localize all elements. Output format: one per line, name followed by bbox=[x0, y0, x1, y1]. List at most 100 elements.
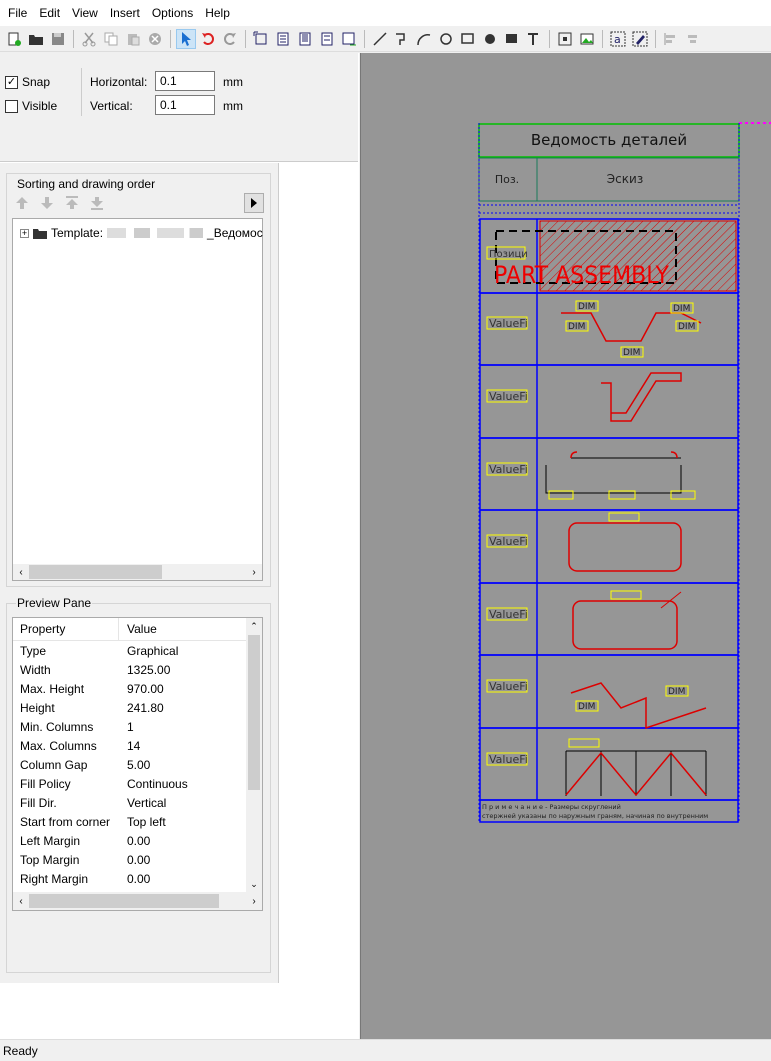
property-row[interactable]: Column Gap 5.00 bbox=[13, 755, 262, 774]
property-vertical-scrollbar[interactable]: ⌃ ⌄ bbox=[246, 618, 262, 892]
expand-right-icon[interactable] bbox=[244, 193, 264, 213]
property-value[interactable]: 5.00 bbox=[119, 758, 150, 772]
scroll-right-icon[interactable]: › bbox=[246, 567, 262, 578]
property-horizontal-scrollbar[interactable]: ‹ › bbox=[13, 892, 262, 910]
horizontal-input[interactable]: 0.1 bbox=[155, 71, 215, 91]
tree-item-template[interactable]: + Template: _Ведомос bbox=[20, 226, 263, 240]
property-value[interactable]: 0.00 bbox=[119, 834, 150, 848]
property-value[interactable]: 1325.00 bbox=[119, 663, 170, 677]
property-row[interactable]: Start from corner Top left bbox=[13, 812, 262, 831]
scroll-thumb[interactable] bbox=[29, 894, 219, 908]
select-pointer-icon[interactable] bbox=[176, 28, 196, 49]
open-folder-icon[interactable] bbox=[26, 29, 46, 49]
scroll-right-icon[interactable]: › bbox=[246, 896, 262, 907]
vertical-scroll-thumb[interactable] bbox=[248, 635, 260, 790]
cut-icon[interactable] bbox=[79, 29, 99, 49]
visible-checkbox[interactable] bbox=[5, 99, 18, 113]
filled-circle-tool-icon[interactable] bbox=[480, 29, 500, 49]
property-name: Max. Height bbox=[20, 681, 85, 696]
property-value[interactable]: 970.00 bbox=[119, 682, 164, 696]
dim-label: DIM bbox=[678, 322, 695, 332]
scroll-left-icon[interactable]: ‹ bbox=[13, 567, 29, 578]
insert-document-icon[interactable] bbox=[317, 29, 337, 49]
attribute-text-icon[interactable]: a bbox=[608, 29, 628, 49]
property-value[interactable]: Graphical bbox=[119, 644, 178, 658]
dim-label: DIM bbox=[673, 304, 690, 314]
property-row[interactable]: Top Margin 0.00 bbox=[13, 850, 262, 869]
property-value[interactable]: Top left bbox=[119, 815, 166, 829]
new-icon[interactable] bbox=[4, 29, 24, 49]
move-down-icon[interactable] bbox=[37, 193, 57, 213]
save-icon[interactable] bbox=[48, 29, 68, 49]
paste-icon[interactable] bbox=[123, 29, 143, 49]
property-value[interactable]: 241.80 bbox=[119, 701, 164, 715]
property-value[interactable]: Continuous bbox=[119, 777, 188, 791]
menu-insert[interactable]: Insert bbox=[104, 0, 146, 26]
row7-value: ValueFi bbox=[489, 680, 528, 693]
move-bottom-icon[interactable] bbox=[87, 193, 107, 213]
property-row[interactable]: Right Margin 0.00 bbox=[13, 869, 262, 888]
move-top-icon[interactable] bbox=[62, 193, 82, 213]
tree-expand-icon[interactable]: + bbox=[20, 228, 29, 238]
align-center-icon[interactable] bbox=[683, 29, 703, 49]
insert-table-icon[interactable] bbox=[251, 29, 271, 49]
insert-point-icon[interactable] bbox=[555, 29, 575, 49]
property-row[interactable]: Height 241.80 bbox=[13, 698, 262, 717]
scroll-thumb[interactable] bbox=[29, 565, 162, 579]
snap-checkbox[interactable]: ✓ bbox=[5, 75, 18, 89]
copy-icon[interactable] bbox=[101, 29, 121, 49]
menu-file[interactable]: File bbox=[2, 0, 33, 26]
undo-icon[interactable] bbox=[198, 29, 218, 49]
property-row[interactable]: Fill Dir. Vertical bbox=[13, 793, 262, 812]
horizontal-unit: mm bbox=[223, 75, 243, 89]
text-tool-icon[interactable] bbox=[524, 29, 544, 49]
redo-icon[interactable] bbox=[220, 29, 240, 49]
scroll-down-icon[interactable]: ⌄ bbox=[246, 876, 262, 892]
insert-text-block-icon[interactable] bbox=[273, 29, 293, 49]
arc-tool-icon[interactable] bbox=[414, 29, 434, 49]
property-row[interactable]: Max. Height 970.00 bbox=[13, 679, 262, 698]
rectangle-tool-icon[interactable] bbox=[458, 29, 478, 49]
scroll-left-icon[interactable]: ‹ bbox=[13, 896, 29, 907]
property-row[interactable]: Max. Columns 14 bbox=[13, 736, 262, 755]
visible-checkbox-row[interactable]: Visible bbox=[5, 99, 57, 113]
insert-image-icon[interactable] bbox=[577, 29, 597, 49]
scroll-up-icon[interactable]: ⌃ bbox=[246, 618, 262, 634]
property-value[interactable]: 14 bbox=[119, 739, 140, 753]
menu-help[interactable]: Help bbox=[199, 0, 236, 26]
circle-tool-icon[interactable] bbox=[436, 29, 456, 49]
property-value[interactable]: 0.00 bbox=[119, 872, 150, 886]
header-pos: Поз. bbox=[495, 173, 519, 186]
menu-edit[interactable]: Edit bbox=[33, 0, 66, 26]
template-sheet: Ведомость деталей Поз. Эскиз Позици PART… bbox=[478, 122, 771, 823]
filled-rectangle-tool-icon[interactable] bbox=[502, 29, 522, 49]
move-up-icon[interactable] bbox=[12, 193, 32, 213]
property-value[interactable]: 1 bbox=[119, 720, 134, 734]
align-left-icon[interactable] bbox=[661, 29, 681, 49]
property-row[interactable]: Min. Columns 1 bbox=[13, 717, 262, 736]
delete-icon[interactable] bbox=[145, 29, 165, 49]
drawing-canvas[interactable]: Ведомость деталей Поз. Эскиз Позици PART… bbox=[360, 53, 771, 1039]
insert-list-icon[interactable] bbox=[295, 29, 315, 49]
insert-frame-icon[interactable] bbox=[339, 29, 359, 49]
property-value[interactable]: Vertical bbox=[119, 796, 166, 810]
property-value[interactable]: 0.00 bbox=[119, 853, 150, 867]
menu-view[interactable]: View bbox=[66, 0, 104, 26]
polyline-tool-icon[interactable] bbox=[392, 29, 412, 49]
property-row[interactable]: Left Margin 0.00 bbox=[13, 831, 262, 850]
vertical-input[interactable]: 0.1 bbox=[155, 95, 215, 115]
property-row[interactable]: Width 1325.00 bbox=[13, 660, 262, 679]
tree-horizontal-scrollbar[interactable]: ‹ › bbox=[13, 564, 262, 580]
edit-pen-icon[interactable] bbox=[630, 29, 650, 49]
svg-text:a: a bbox=[614, 33, 621, 46]
value-column-header[interactable]: Value bbox=[119, 622, 157, 636]
tree-item-prefix: Template: bbox=[51, 226, 104, 240]
property-row[interactable]: Type Graphical bbox=[13, 641, 262, 660]
snap-checkbox-row[interactable]: ✓ Snap bbox=[5, 75, 50, 89]
property-column-header[interactable]: Property bbox=[13, 618, 119, 641]
line-tool-icon[interactable] bbox=[370, 29, 390, 49]
toolbar-separator bbox=[170, 29, 171, 48]
property-row[interactable]: Fill Policy Continuous bbox=[13, 774, 262, 793]
menu-options[interactable]: Options bbox=[146, 0, 199, 26]
left-panel: ✓ Snap Visible Horizontal: 0.1 mm Vertic… bbox=[0, 53, 359, 1039]
